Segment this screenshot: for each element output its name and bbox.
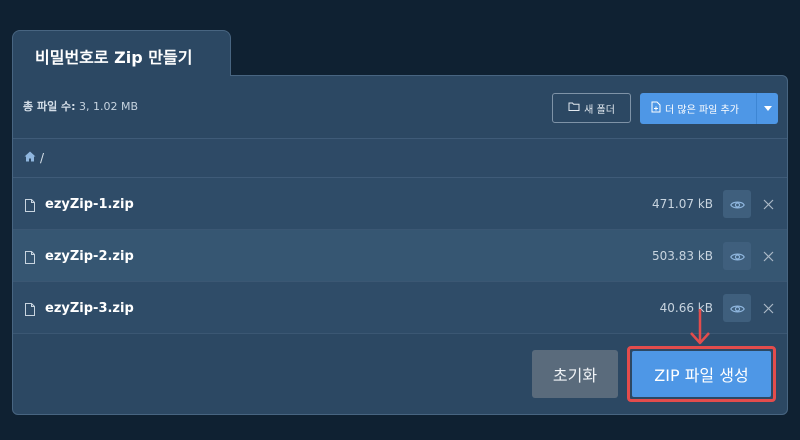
- folder-plus-icon: [568, 101, 580, 115]
- preview-button[interactable]: [723, 294, 751, 322]
- remove-file-button[interactable]: [761, 298, 775, 318]
- action-footer: 초기화 ZIP 파일 생성: [13, 334, 787, 414]
- close-icon: [763, 195, 774, 214]
- file-size: 503.83 kB: [652, 249, 713, 263]
- file-row: ezyZip-1.zip 471.07 kB: [13, 178, 787, 230]
- add-files-button[interactable]: 더 많은 파일 추가: [640, 93, 756, 124]
- add-files-button-group: 더 많은 파일 추가: [640, 93, 778, 124]
- file-name: ezyZip-1.zip: [45, 197, 134, 212]
- file-plus-icon: [651, 101, 661, 116]
- toolbar: 총 파일 수: 3, 1.02 MB 새 폴더 더 많은 파일 추가: [13, 76, 787, 138]
- summary-value: 3, 1.02 MB: [79, 100, 139, 113]
- file-list: ezyZip-1.zip 471.07 kB ezyZip-2.zip 503.…: [13, 178, 787, 334]
- arrow-down-annotation: [683, 307, 717, 351]
- file-icon: [25, 249, 35, 268]
- eye-icon: [729, 195, 745, 214]
- highlight-box-annotation: ZIP 파일 생성: [627, 346, 776, 402]
- add-files-label: 더 많은 파일 추가: [665, 105, 739, 116]
- eye-icon: [729, 247, 745, 266]
- breadcrumb: /: [13, 138, 787, 178]
- preview-button[interactable]: [723, 190, 751, 218]
- preview-button[interactable]: [723, 242, 751, 270]
- file-name: ezyZip-3.zip: [45, 301, 134, 316]
- eye-icon: [729, 299, 745, 318]
- chevron-down-icon: [763, 103, 772, 114]
- file-icon: [25, 301, 35, 320]
- close-icon: [763, 299, 774, 318]
- file-panel: 총 파일 수: 3, 1.02 MB 새 폴더 더 많은 파일 추가 / ezy…: [12, 75, 788, 415]
- file-name: ezyZip-2.zip: [45, 249, 134, 264]
- summary-label: 총 파일 수:: [23, 100, 76, 113]
- add-files-dropdown-toggle[interactable]: [757, 103, 778, 114]
- remove-file-button[interactable]: [761, 194, 775, 214]
- page-title: 비밀번호로 Zip 만들기: [12, 30, 231, 76]
- file-row: ezyZip-3.zip 40.66 kB: [13, 282, 787, 334]
- new-folder-button[interactable]: 새 폴더: [552, 93, 631, 123]
- reset-button[interactable]: 초기화: [532, 350, 618, 398]
- home-icon[interactable]: [24, 151, 36, 165]
- file-row: ezyZip-2.zip 503.83 kB: [13, 230, 787, 282]
- create-zip-button[interactable]: ZIP 파일 생성: [632, 351, 771, 397]
- new-folder-label: 새 폴더: [584, 104, 615, 116]
- breadcrumb-separator: /: [40, 151, 45, 165]
- file-icon: [25, 197, 35, 216]
- file-size: 471.07 kB: [652, 197, 713, 211]
- file-summary: 총 파일 수: 3, 1.02 MB: [23, 98, 138, 114]
- remove-file-button[interactable]: [761, 246, 775, 266]
- close-icon: [763, 247, 774, 266]
